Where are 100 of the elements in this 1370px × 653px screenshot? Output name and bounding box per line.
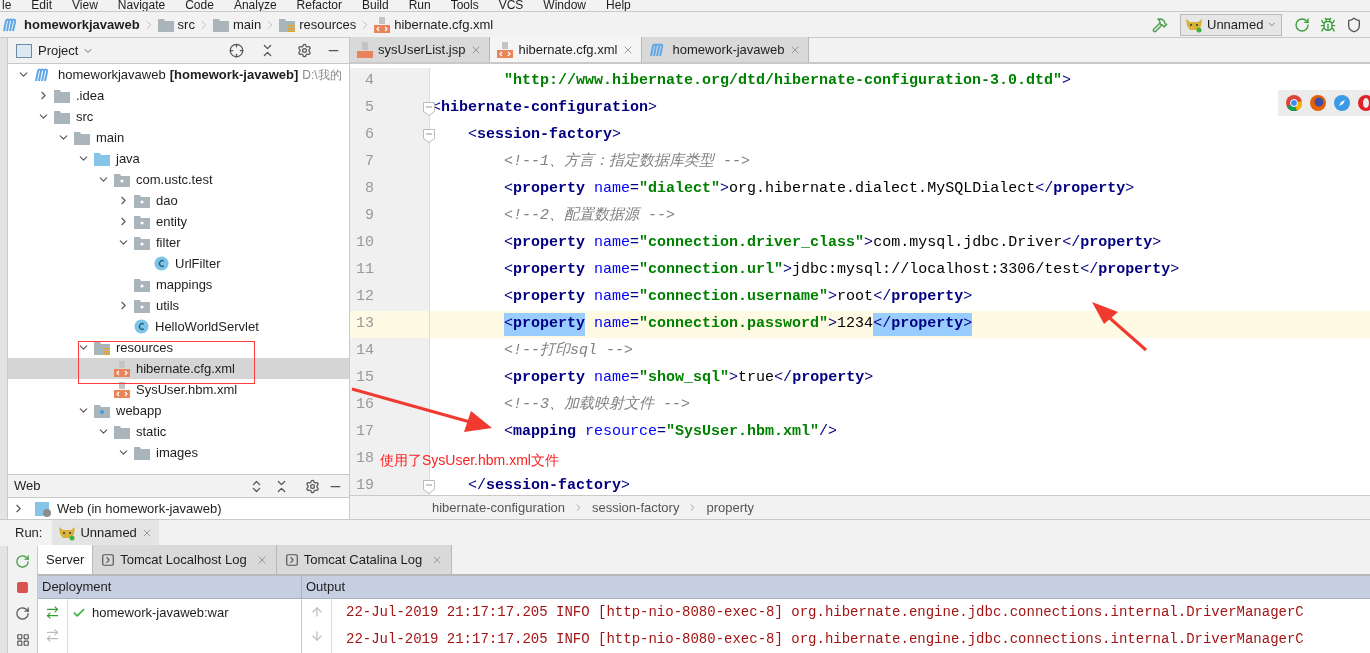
layout-icon[interactable] <box>15 633 30 647</box>
build-icon[interactable] <box>1152 16 1168 33</box>
tree-item[interactable]: HelloWorldServlet <box>8 316 349 337</box>
deploy-icon[interactable] <box>45 605 60 620</box>
run-log-tab[interactable]: Server <box>38 545 94 574</box>
tree-item[interactable]: SysUser.hbm.xml <box>8 379 349 400</box>
xml-file-icon <box>497 41 514 58</box>
breadcrumb-item[interactable]: main <box>212 14 262 35</box>
code-tag: session-factory <box>477 124 613 147</box>
rerun-icon[interactable] <box>15 554 30 569</box>
code-tag: property <box>891 286 964 309</box>
line-number: 8 <box>364 179 374 200</box>
code-punctuation: > <box>963 287 973 308</box>
breadcrumb-item[interactable]: hibernate.cfg.xml <box>374 14 494 35</box>
code-attribute: name <box>594 260 631 281</box>
tree-item[interactable]: src <box>8 106 349 127</box>
menu-item[interactable]: le <box>2 0 12 12</box>
project-view-dropdown[interactable]: Project <box>38 40 95 61</box>
stop-icon[interactable] <box>16 581 29 594</box>
breadcrumb-item[interactable]: session-factory <box>592 497 680 518</box>
menu-item[interactable]: Refactor <box>296 0 342 12</box>
editor-tab[interactable]: hibernate.cfg.xml <box>490 37 643 62</box>
menu-item[interactable]: View <box>72 0 98 12</box>
xml-file-icon <box>374 16 391 33</box>
breadcrumb-item[interactable]: src <box>157 14 195 35</box>
fold-marker-icon[interactable] <box>423 101 435 116</box>
compass-icon[interactable] <box>1334 95 1350 111</box>
folder-icon <box>94 151 110 166</box>
column-header: Deployment <box>38 576 302 598</box>
code-tag: property <box>1080 232 1153 255</box>
tree-item[interactable]: homeworkjavaweb [homework-javaweb] D:\我的 <box>8 64 349 85</box>
tree-item[interactable]: static <box>8 421 349 442</box>
breadcrumb-item[interactable]: hibernate-configuration <box>432 497 565 518</box>
run-configuration-dropdown[interactable]: Unnamed <box>1180 13 1282 36</box>
coverage-icon[interactable] <box>1346 16 1362 33</box>
code-punctuation: </ <box>774 368 793 389</box>
breadcrumb-item[interactable]: resources <box>279 14 357 35</box>
menu-item[interactable]: Analyze <box>233 0 277 12</box>
code-attribute: name <box>594 179 631 200</box>
code-tag: property <box>792 367 865 390</box>
breadcrumb-item[interactable]: property <box>706 497 755 518</box>
tree-item[interactable]: images <box>8 442 349 463</box>
tree-item[interactable]: mappings <box>8 274 349 295</box>
tree-item[interactable]: main <box>8 127 349 148</box>
chrome-icon[interactable] <box>1286 95 1302 111</box>
firefox-icon[interactable] <box>1310 95 1326 111</box>
menu-item[interactable]: Navigate <box>117 0 166 12</box>
tree-item[interactable]: UrlFilter <box>8 253 349 274</box>
tree-item[interactable]: entity <box>8 211 349 232</box>
code-punctuation: < <box>504 313 513 336</box>
refresh-icon[interactable] <box>15 606 30 621</box>
menu-item[interactable]: Build <box>361 0 389 12</box>
code-punctuation: > <box>828 287 838 308</box>
menu-item[interactable]: Window <box>543 0 587 12</box>
menu-item[interactable]: VCS <box>498 0 524 12</box>
ring-icon[interactable] <box>1358 95 1370 111</box>
line-number: 7 <box>364 152 374 173</box>
run-log-tab[interactable]: Tomcat Catalina Log <box>276 545 453 574</box>
editor-tab[interactable]: sysUserList.jsp <box>350 37 491 62</box>
console-icon <box>101 552 116 567</box>
debug-icon[interactable] <box>1320 16 1336 33</box>
package-icon <box>134 298 150 313</box>
tree-item[interactable]: .idea <box>8 85 349 106</box>
menu-item[interactable]: Edit <box>31 0 53 12</box>
run-tab[interactable]: Unnamed <box>52 520 159 546</box>
deployment-item[interactable]: homework-javaweb:war <box>68 603 301 623</box>
menu-item[interactable]: Tools <box>450 0 479 12</box>
folder-icon <box>212 17 229 32</box>
fold-marker-icon[interactable] <box>423 128 435 143</box>
run-log-tab[interactable]: Tomcat Localhost Log <box>93 545 277 574</box>
log-line: 22-Jul-2019 21:17:17.205 INFO [http-nio-8080-exec-8] org.hibernate.engine.jdbc.connections.internal.DriverManagerC <box>346 630 1305 649</box>
tree-item[interactable]: filter <box>8 232 349 253</box>
code-comment: <!--2、配置数据源 --> <box>504 206 675 227</box>
tree-item[interactable]: com.ustc.test <box>8 169 349 190</box>
package-icon <box>134 277 150 292</box>
cat-icon <box>1185 16 1203 33</box>
menu-item[interactable]: Help <box>606 0 631 12</box>
breadcrumb-item[interactable]: homeworkjavaweb <box>2 14 140 35</box>
code-punctuation: = <box>630 314 640 335</box>
fold-marker-icon[interactable] <box>423 479 435 494</box>
tree-item[interactable]: Web (in homework-javaweb) <box>8 498 349 519</box>
tree-item[interactable]: java <box>8 148 349 169</box>
editor-tab[interactable]: homework-javaweb <box>642 37 810 62</box>
tree-item[interactable]: hibernate.cfg.xml <box>8 358 349 379</box>
code-tag: property <box>1098 259 1171 282</box>
settings-icon[interactable] <box>305 478 320 494</box>
code-string: "SysUser.hbm.xml" <box>666 422 820 443</box>
tree-item[interactable]: webapp <box>8 400 349 421</box>
menu-item[interactable]: Code <box>185 0 214 12</box>
menu-item[interactable]: Run <box>408 0 431 12</box>
locate-icon[interactable] <box>229 43 244 58</box>
tree-item[interactable]: resources <box>8 337 349 358</box>
settings-icon[interactable] <box>297 43 312 58</box>
tree-item[interactable]: utils <box>8 295 349 316</box>
folder-icon <box>74 130 90 145</box>
code-attribute: name <box>594 314 631 335</box>
code-tag: property <box>513 232 586 255</box>
separator-icon <box>573 502 584 513</box>
rerun-icon[interactable] <box>1294 16 1310 33</box>
tree-item[interactable]: dao <box>8 190 349 211</box>
